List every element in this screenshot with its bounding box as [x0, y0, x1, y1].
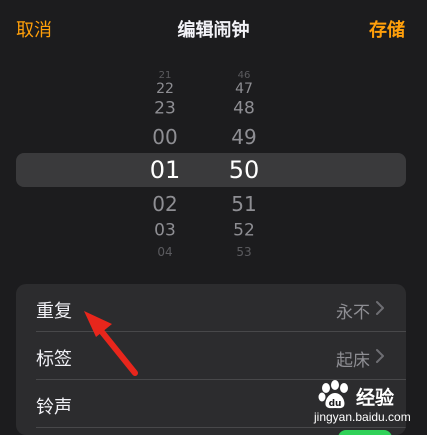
svg-text:du: du — [329, 399, 342, 409]
minute-option[interactable]: 49 — [214, 127, 274, 147]
minute-option[interactable]: 53 — [214, 246, 274, 258]
hour-option[interactable]: 21 — [135, 71, 195, 81]
hour-option[interactable]: 22 — [135, 82, 195, 96]
hour-option[interactable]: 00 — [135, 127, 195, 147]
picker-selection-bar — [16, 153, 406, 187]
label-label: 标签 — [36, 349, 72, 369]
chevron-right-icon — [376, 349, 384, 363]
hour-option[interactable]: 03 — [135, 222, 195, 240]
baidu-watermark: du 经验 jingyan.baidu.com — [314, 380, 424, 432]
repeat-label: 重复 — [36, 301, 72, 321]
chevron-right-icon — [376, 301, 384, 315]
save-button[interactable]: 存储 — [369, 16, 405, 42]
time-picker[interactable]: 21 22 23 00 01 02 03 04 46 47 48 49 50 5… — [0, 56, 427, 262]
page-title: 编辑闹钟 — [177, 20, 250, 40]
hour-option[interactable]: 02 — [135, 194, 195, 214]
minute-wheel[interactable]: 46 47 48 49 50 51 52 53 — [214, 56, 274, 262]
hour-wheel[interactable]: 21 22 23 00 01 02 03 04 — [135, 56, 195, 262]
minute-option[interactable]: 48 — [214, 100, 274, 118]
hour-option[interactable]: 23 — [135, 100, 195, 118]
label-row[interactable]: 标签 起床 — [16, 332, 406, 379]
repeat-row[interactable]: 重复 永不 — [16, 284, 406, 331]
hour-option[interactable]: 04 — [135, 246, 195, 258]
repeat-value: 永不 — [336, 303, 370, 322]
label-value: 起床 — [336, 351, 370, 370]
sound-label: 铃声 — [36, 397, 72, 417]
navigation-bar: 取消 编辑闹钟 存储 — [0, 0, 427, 56]
hour-option-selected[interactable]: 01 — [135, 158, 195, 182]
minute-option[interactable]: 47 — [214, 82, 274, 96]
minute-option-selected[interactable]: 50 — [214, 158, 274, 182]
minute-option[interactable]: 51 — [214, 194, 274, 214]
minute-option[interactable]: 46 — [214, 71, 274, 81]
watermark-url: jingyan.baidu.com — [314, 410, 411, 424]
watermark-brand: 经验 — [356, 387, 395, 409]
minute-option[interactable]: 52 — [214, 222, 274, 240]
baidu-paw-icon: du — [318, 380, 348, 409]
